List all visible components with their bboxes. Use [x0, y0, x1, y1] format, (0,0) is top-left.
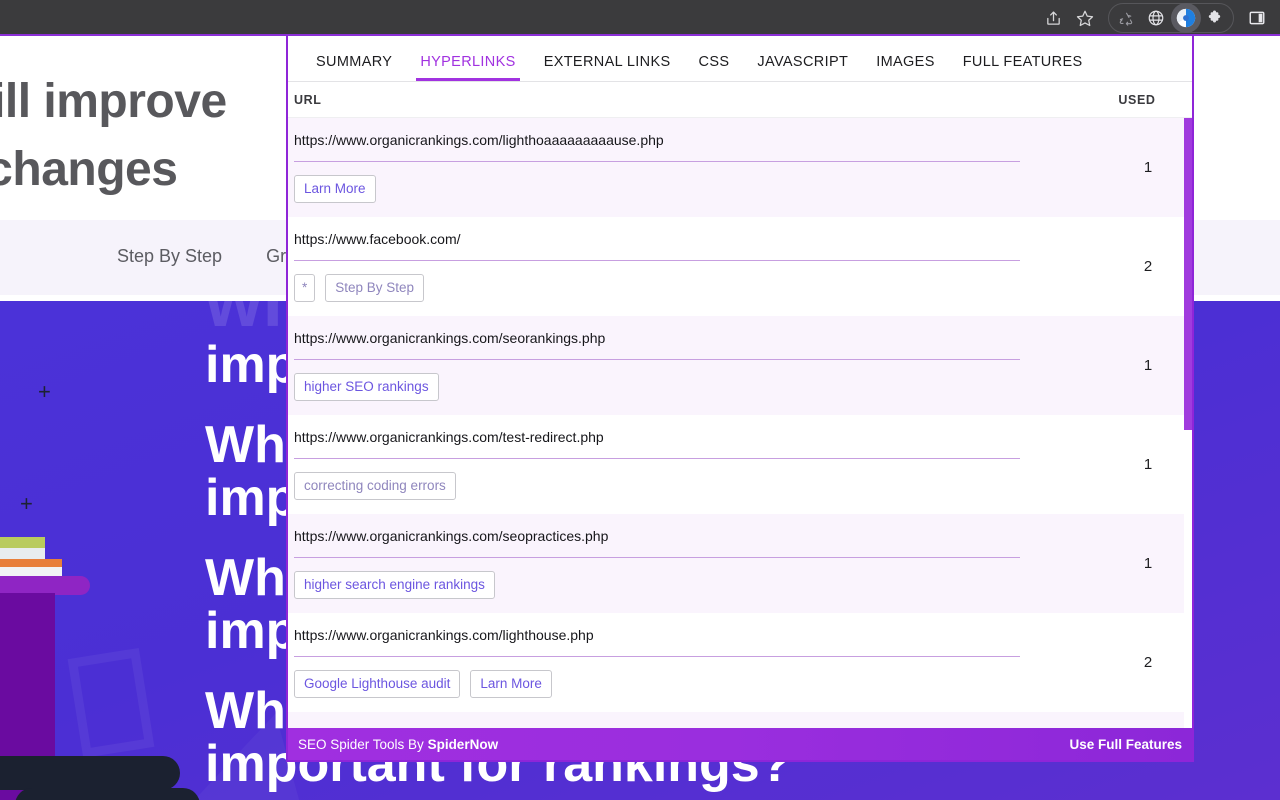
anchor-pill[interactable]: Google Lighthouse audit	[294, 669, 461, 698]
frame-decoration	[67, 647, 155, 759]
table-row[interactable]: https://www.organicrankings.com/lighthou…	[288, 613, 1192, 712]
table-row[interactable]: https://www.organicrankings.com/seopract…	[288, 514, 1192, 613]
footer-branding: SEO Spider Tools By SpiderNow	[298, 737, 498, 752]
panel-scrollbar-track[interactable]	[1184, 118, 1192, 728]
row-used-count: 1	[1143, 456, 1153, 473]
globe-icon[interactable]	[1141, 3, 1171, 33]
row-url[interactable]: https://www.organicrankings.com/lighthoa…	[294, 132, 1020, 162]
plus-decoration-2: +	[20, 491, 33, 516]
row-anchor-list: higher search engine rankings	[294, 570, 1104, 599]
row-anchor-list: Larn More	[294, 174, 1104, 203]
row-used-count: 1	[1143, 555, 1153, 572]
hyperlinks-table-body[interactable]: https://www.organicrankings.com/lighthoa…	[288, 118, 1192, 728]
dark-shape-2	[15, 788, 200, 800]
use-full-features-link[interactable]: Use Full Features	[1069, 737, 1182, 752]
tab-images[interactable]: IMAGES	[862, 54, 949, 81]
row-url[interactable]: https://www.organicrankings.com/seoranki…	[294, 330, 1020, 360]
anchor-pill[interactable]: Step By Step	[325, 273, 425, 302]
page-nav-item-step-by-step[interactable]: Step By Step	[117, 246, 222, 267]
side-panel-icon[interactable]	[1242, 3, 1272, 33]
row-used-count: 2	[1143, 654, 1153, 671]
row-anchor-list: higher SEO rankings	[294, 372, 1104, 401]
column-header-url: URL	[294, 92, 322, 107]
row-url[interactable]: https://www.organicrankings.com/paidads.…	[294, 726, 1020, 728]
row-anchor-list: correcting coding errors	[294, 471, 1104, 500]
row-url[interactable]: https://www.organicrankings.com/lighthou…	[294, 627, 1020, 657]
table-row[interactable]: https://www.organicrankings.com/paidads.…	[288, 712, 1192, 728]
recycle-icon[interactable]	[1111, 3, 1141, 33]
tab-css[interactable]: CSS	[685, 54, 744, 81]
tab-hyperlinks[interactable]: HYPERLINKS	[406, 54, 529, 81]
panel-footer: SEO Spider Tools By SpiderNow Use Full F…	[288, 728, 1192, 760]
browser-toolbar-icons	[1038, 0, 1272, 36]
extensions-group	[1108, 3, 1234, 33]
row-content: https://www.organicrankings.com/seopract…	[288, 514, 1104, 613]
table-row[interactable]: https://www.facebook.com/ * Step By Step…	[288, 217, 1192, 316]
panel-scrollbar-thumb[interactable]	[1184, 118, 1192, 430]
row-used-count: 1	[1104, 712, 1192, 728]
page-nav: Step By Step Gr	[117, 246, 286, 267]
row-url[interactable]: https://www.facebook.com/	[294, 231, 1020, 261]
seo-spider-panel: SUMMARY HYPERLINKS EXTERNAL LINKS CSS JA…	[286, 32, 1194, 762]
row-content: https://www.organicrankings.com/lighthoa…	[288, 118, 1104, 217]
anchor-pill[interactable]: *	[294, 273, 316, 302]
row-content: https://www.organicrankings.com/lighthou…	[288, 613, 1104, 712]
column-header-used: USED	[1118, 92, 1156, 107]
row-content: https://www.organicrankings.com/paidads.…	[288, 712, 1104, 728]
row-anchor-list: Google Lighthouse audit Larn More	[294, 669, 1104, 698]
row-used-count: 1	[1143, 357, 1153, 374]
tab-external-links[interactable]: EXTERNAL LINKS	[530, 54, 685, 81]
row-content: https://www.organicrankings.com/seoranki…	[288, 316, 1104, 415]
plus-decoration-1: +	[38, 379, 51, 404]
footer-prefix: SEO Spider Tools By	[298, 736, 428, 752]
row-content: https://www.organicrankings.com/test-red…	[288, 415, 1104, 514]
tab-summary[interactable]: SUMMARY	[302, 54, 406, 81]
table-row[interactable]: https://www.organicrankings.com/test-red…	[288, 415, 1192, 514]
row-anchor-list: * Step By Step	[294, 273, 1104, 302]
anchor-pill[interactable]: Larn More	[470, 669, 552, 698]
table-row[interactable]: https://www.organicrankings.com/lighthoa…	[288, 118, 1192, 217]
toolbar-accent-underline	[0, 34, 1280, 36]
footer-brand: SpiderNow	[427, 736, 499, 752]
table-row[interactable]: https://www.organicrankings.com/seoranki…	[288, 316, 1192, 415]
dark-shape-1	[0, 756, 180, 790]
bookmark-star-icon[interactable]	[1070, 3, 1100, 33]
anchor-pill[interactable]: higher SEO rankings	[294, 372, 439, 401]
browser-toolbar	[0, 0, 1280, 36]
row-url[interactable]: https://www.organicrankings.com/test-red…	[294, 429, 1020, 459]
screen: es will improve s of changes Step By Ste…	[0, 0, 1280, 800]
extensions-puzzle-icon[interactable]	[1201, 3, 1231, 33]
page-nav-item-gr[interactable]: Gr	[266, 246, 286, 267]
anchor-pill[interactable]: Larn More	[294, 174, 376, 203]
tab-full-features[interactable]: FULL FEATURES	[949, 54, 1097, 81]
share-icon[interactable]	[1038, 3, 1068, 33]
row-used-count: 2	[1143, 258, 1153, 275]
row-content: https://www.facebook.com/ * Step By Step	[288, 217, 1104, 316]
tab-javascript[interactable]: JAVASCRIPT	[743, 54, 862, 81]
panel-tabs: SUMMARY HYPERLINKS EXTERNAL LINKS CSS JA…	[288, 34, 1192, 82]
table-header: URL USED	[288, 82, 1192, 118]
seo-spider-extension-icon[interactable]	[1171, 3, 1201, 33]
anchor-pill[interactable]: correcting coding errors	[294, 471, 456, 500]
row-used-count: 1	[1143, 159, 1153, 176]
anchor-pill[interactable]: higher search engine rankings	[294, 570, 495, 599]
row-url[interactable]: https://www.organicrankings.com/seopract…	[294, 528, 1020, 558]
